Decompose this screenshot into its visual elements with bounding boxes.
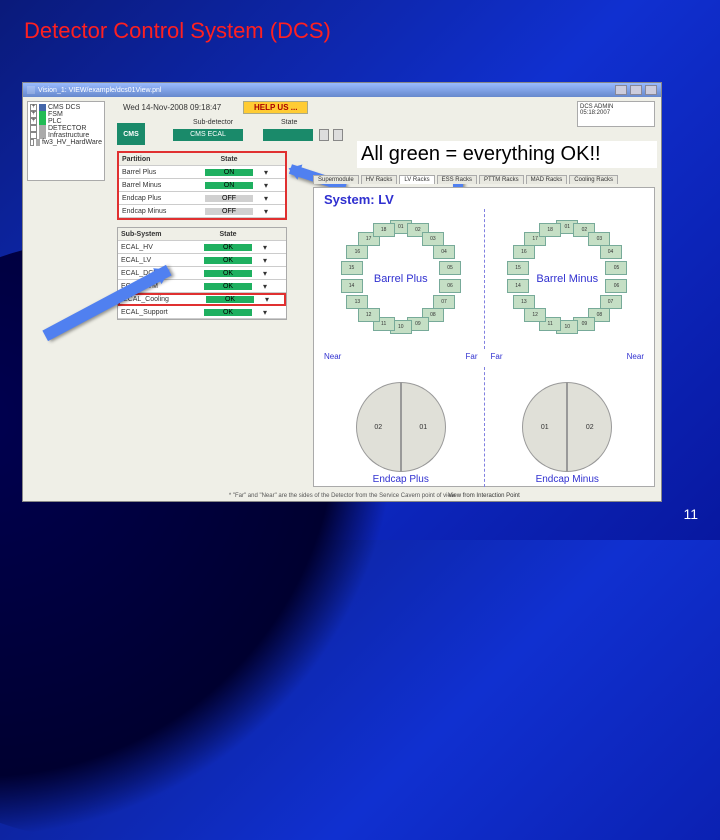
- endcap-half[interactable]: 02: [356, 382, 401, 472]
- ring-slice[interactable]: 15: [341, 261, 363, 275]
- near-label: Near: [324, 352, 341, 361]
- ring-slice[interactable]: 16: [513, 245, 535, 259]
- footnote: * "Far" and "Near" are the sides of the …: [23, 493, 661, 499]
- ring-slice[interactable]: 13: [346, 295, 368, 309]
- window-title: Vision_1: VIEW/example/dcs01View.pnl: [38, 87, 161, 94]
- tab[interactable]: Cooling Racks: [569, 175, 618, 184]
- info-box: DCS ADMIN 05:18:2007: [577, 101, 655, 127]
- tab[interactable]: HV Racks: [361, 175, 398, 184]
- endcap-half[interactable]: 01: [522, 382, 567, 472]
- endcap-plus: 02 01 Endcap Plus: [318, 367, 484, 487]
- system-panel: System: LV 01020304050607080910111213141…: [313, 187, 655, 487]
- ring-slice[interactable]: 06: [439, 279, 461, 293]
- partition-row[interactable]: Barrel PlusON▾: [119, 166, 285, 179]
- close-button[interactable]: [645, 85, 657, 95]
- endcap-half[interactable]: 01: [401, 382, 446, 472]
- ring-slice[interactable]: 13: [513, 295, 535, 309]
- ring-slice[interactable]: 03: [422, 232, 444, 246]
- barrel-minus-label: Barrel Minus: [536, 273, 598, 285]
- tab-bar: SupermoduleHV RacksLV RacksESS RacksPTTM…: [313, 175, 618, 184]
- tree-item[interactable]: Infrastructure: [30, 132, 102, 139]
- endcap-minus-label: Endcap Minus: [536, 474, 599, 485]
- ring-slice[interactable]: 03: [588, 232, 610, 246]
- subsystem-table: Sub-SystemStateECAL_HVOK▾ECAL_LVOK▾ECAL_…: [117, 227, 287, 320]
- tree-item[interactable]: +CMS DCS: [30, 104, 102, 111]
- subdetector-header: Sub-detector: [193, 119, 233, 126]
- window-titlebar: Vision_1: VIEW/example/dcs01View.pnl: [23, 83, 661, 97]
- endcap-plus-label: Endcap Plus: [373, 474, 429, 485]
- system-title: System: LV: [324, 192, 650, 207]
- tab[interactable]: LV Racks: [399, 175, 434, 184]
- app-icon: [27, 86, 35, 94]
- barrel-minus: 010203040506070809101112131415161718 Bar…: [484, 209, 651, 349]
- near-label: Near: [627, 352, 644, 361]
- ring-slice[interactable]: 07: [600, 295, 622, 309]
- slide-title: Detector Control System (DCS): [24, 18, 331, 44]
- state-header: State: [281, 119, 297, 126]
- barrel-plus: 010203040506070809101112131415161718 Bar…: [318, 209, 484, 349]
- tree-item[interactable]: fw3_HV_HardWare: [30, 139, 102, 146]
- ring-slice[interactable]: 14: [341, 279, 363, 293]
- far-label: Far: [491, 352, 503, 361]
- state-action-2[interactable]: [333, 129, 343, 141]
- ring-slice[interactable]: 18: [373, 223, 395, 237]
- tab[interactable]: PTTM Racks: [479, 175, 524, 184]
- datetime-label: Wed 14-Nov-2008 09:18:47: [123, 103, 221, 112]
- tab[interactable]: MAD Racks: [526, 175, 568, 184]
- subsystem-row[interactable]: ECAL_CoolingOK▾: [118, 293, 286, 306]
- dcs-window: Vision_1: VIEW/example/dcs01View.pnl +CM…: [22, 82, 662, 502]
- ring-slice[interactable]: 14: [507, 279, 529, 293]
- tab[interactable]: ESS Racks: [437, 175, 477, 184]
- subsystem-row[interactable]: ECAL_SupportOK▾: [118, 306, 286, 319]
- partition-table: PartitionStateBarrel PlusON▾Barrel Minus…: [117, 151, 287, 220]
- tree-item[interactable]: +PLC: [30, 118, 102, 125]
- barrel-plus-label: Barrel Plus: [374, 273, 428, 285]
- ring-slice[interactable]: 04: [600, 245, 622, 259]
- ring-slice[interactable]: 15: [507, 261, 529, 275]
- tab[interactable]: Supermodule: [313, 175, 359, 184]
- ring-slice[interactable]: 16: [346, 245, 368, 259]
- partition-row[interactable]: Barrel MinusON▾: [119, 179, 285, 192]
- ring-slice[interactable]: 04: [433, 245, 455, 259]
- maximize-button[interactable]: [630, 85, 642, 95]
- ring-slice[interactable]: 06: [605, 279, 627, 293]
- minimize-button[interactable]: [615, 85, 627, 95]
- far-label: Far: [466, 352, 478, 361]
- subdetector-value[interactable]: CMS ECAL: [173, 129, 243, 141]
- tree-item[interactable]: DETECTOR: [30, 125, 102, 132]
- ring-slice[interactable]: 05: [439, 261, 461, 275]
- partition-row[interactable]: Endcap MinusOFF▾: [119, 205, 285, 218]
- help-button[interactable]: HELP US ...: [243, 101, 308, 114]
- ring-slice[interactable]: 12: [358, 308, 380, 322]
- subdetector-state[interactable]: [263, 129, 313, 141]
- ring-slice[interactable]: 12: [524, 308, 546, 322]
- page-number: 11: [683, 506, 698, 522]
- info-time: 05:18:2007: [580, 110, 652, 116]
- state-action-1[interactable]: [319, 129, 329, 141]
- endcap-half[interactable]: 02: [567, 382, 612, 472]
- cms-badge: CMS: [117, 123, 145, 145]
- endcap-minus: 01 02 Endcap Minus: [484, 367, 651, 487]
- subsystem-row[interactable]: ECAL_LVOK▾: [118, 254, 286, 267]
- ring-slice[interactable]: 05: [605, 261, 627, 275]
- partition-row[interactable]: Endcap PlusOFF▾: [119, 192, 285, 205]
- overlay-callout: All green = everything OK!!: [357, 141, 657, 168]
- ring-slice[interactable]: 07: [433, 295, 455, 309]
- tree-item[interactable]: +FSM: [30, 111, 102, 118]
- subsystem-row[interactable]: ECAL_HVOK▾: [118, 241, 286, 254]
- ring-slice[interactable]: 18: [539, 223, 561, 237]
- nav-tree[interactable]: +CMS DCS+FSM+PLC DETECTOR Infrastructure…: [27, 101, 105, 181]
